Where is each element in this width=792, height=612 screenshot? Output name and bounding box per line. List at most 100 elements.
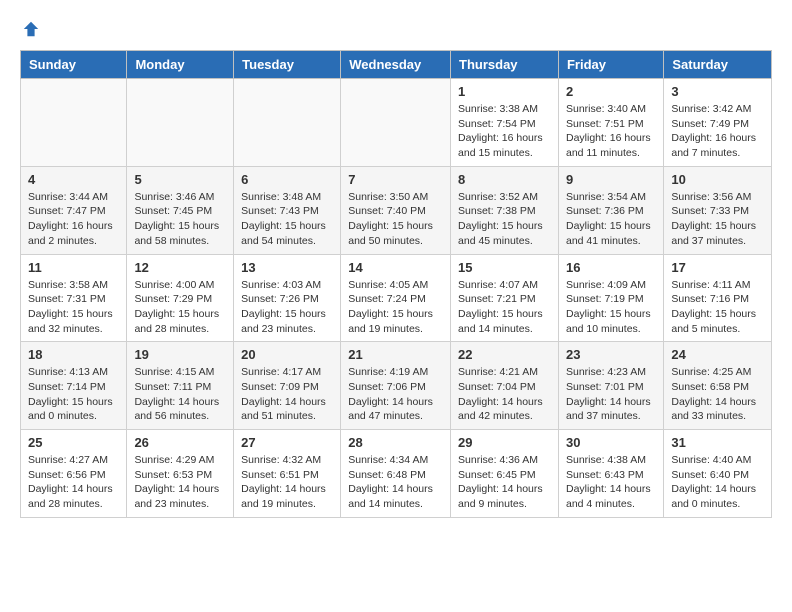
day-info: Sunrise: 3:52 AM Sunset: 7:38 PM Dayligh… xyxy=(458,190,551,249)
calendar-cell: 27 Sunrise: 4:32 AM Sunset: 6:51 PM Dayli… xyxy=(234,430,341,518)
calendar-cell: 3 Sunrise: 3:42 AM Sunset: 7:49 PM Daylig… xyxy=(664,79,772,167)
day-of-week-header: Thursday xyxy=(451,51,559,79)
calendar-cell: 10 Sunrise: 3:56 AM Sunset: 7:33 PM Dayli… xyxy=(664,166,772,254)
day-info: Sunrise: 4:19 AM Sunset: 7:06 PM Dayligh… xyxy=(348,365,443,424)
calendar-cell: 2 Sunrise: 3:40 AM Sunset: 7:51 PM Daylig… xyxy=(558,79,663,167)
day-number: 3 xyxy=(671,84,764,99)
day-number: 31 xyxy=(671,435,764,450)
day-info: Sunrise: 3:50 AM Sunset: 7:40 PM Dayligh… xyxy=(348,190,443,249)
calendar-cell: 7 Sunrise: 3:50 AM Sunset: 7:40 PM Daylig… xyxy=(341,166,451,254)
day-info: Sunrise: 3:56 AM Sunset: 7:33 PM Dayligh… xyxy=(671,190,764,249)
day-number: 26 xyxy=(134,435,226,450)
day-number: 14 xyxy=(348,260,443,275)
calendar-cell xyxy=(341,79,451,167)
day-of-week-header: Tuesday xyxy=(234,51,341,79)
day-info: Sunrise: 4:32 AM Sunset: 6:51 PM Dayligh… xyxy=(241,453,333,512)
day-number: 16 xyxy=(566,260,656,275)
calendar-cell: 11Sunrise: 3:58 AM Sunset: 7:31 PM Dayli… xyxy=(21,254,127,342)
calendar-cell: 5 Sunrise: 3:46 AM Sunset: 7:45 PM Daylig… xyxy=(127,166,234,254)
calendar-cell: 18 Sunrise: 4:13 AM Sunset: 7:14 PM Dayli… xyxy=(21,342,127,430)
day-number: 1 xyxy=(458,84,551,99)
day-info: Sunrise: 4:40 AM Sunset: 6:40 PM Dayligh… xyxy=(671,453,764,512)
day-info: Sunrise: 3:40 AM Sunset: 7:51 PM Dayligh… xyxy=(566,102,656,161)
day-number: 5 xyxy=(134,172,226,187)
calendar-cell: 14 Sunrise: 4:05 AM Sunset: 7:24 PM Dayli… xyxy=(341,254,451,342)
day-info: Sunrise: 4:34 AM Sunset: 6:48 PM Dayligh… xyxy=(348,453,443,512)
day-info: Sunrise: 4:15 AM Sunset: 7:11 PM Dayligh… xyxy=(134,365,226,424)
day-number: 28 xyxy=(348,435,443,450)
calendar-cell xyxy=(21,79,127,167)
calendar-cell: 12Sunrise: 4:00 AM Sunset: 7:29 PM Dayli… xyxy=(127,254,234,342)
day-info: Sunrise: 4:27 AM Sunset: 6:56 PM Dayligh… xyxy=(28,453,119,512)
calendar-cell: 28 Sunrise: 4:34 AM Sunset: 6:48 PM Dayli… xyxy=(341,430,451,518)
day-info: Sunrise: 4:38 AM Sunset: 6:43 PM Dayligh… xyxy=(566,453,656,512)
day-number: 30 xyxy=(566,435,656,450)
calendar-cell: 20 Sunrise: 4:17 AM Sunset: 7:09 PM Dayli… xyxy=(234,342,341,430)
day-info: Sunrise: 4:17 AM Sunset: 7:09 PM Dayligh… xyxy=(241,365,333,424)
day-of-week-header: Monday xyxy=(127,51,234,79)
day-number: 4 xyxy=(28,172,119,187)
day-info: Sunrise: 4:00 AM Sunset: 7:29 PM Dayligh… xyxy=(134,278,226,337)
day-number: 17 xyxy=(671,260,764,275)
day-info: Sunrise: 3:48 AM Sunset: 7:43 PM Dayligh… xyxy=(241,190,333,249)
day-number: 20 xyxy=(241,347,333,362)
day-info: Sunrise: 4:23 AM Sunset: 7:01 PM Dayligh… xyxy=(566,365,656,424)
logo-icon xyxy=(22,20,40,38)
day-of-week-header: Friday xyxy=(558,51,663,79)
calendar-week-row: 4 Sunrise: 3:44 AM Sunset: 7:47 PM Daylig… xyxy=(21,166,772,254)
day-info: Sunrise: 3:54 AM Sunset: 7:36 PM Dayligh… xyxy=(566,190,656,249)
calendar-week-row: 1 Sunrise: 3:38 AM Sunset: 7:54 PM Daylig… xyxy=(21,79,772,167)
logo xyxy=(20,20,40,34)
day-number: 27 xyxy=(241,435,333,450)
day-info: Sunrise: 4:25 AM Sunset: 6:58 PM Dayligh… xyxy=(671,365,764,424)
calendar-table: SundayMondayTuesdayWednesdayThursdayFrid… xyxy=(20,50,772,518)
calendar-cell: 4 Sunrise: 3:44 AM Sunset: 7:47 PM Daylig… xyxy=(21,166,127,254)
day-number: 23 xyxy=(566,347,656,362)
day-number: 25 xyxy=(28,435,119,450)
calendar-cell: 21 Sunrise: 4:19 AM Sunset: 7:06 PM Dayli… xyxy=(341,342,451,430)
day-info: Sunrise: 3:42 AM Sunset: 7:49 PM Dayligh… xyxy=(671,102,764,161)
calendar-cell: 24 Sunrise: 4:25 AM Sunset: 6:58 PM Dayli… xyxy=(664,342,772,430)
day-info: Sunrise: 4:29 AM Sunset: 6:53 PM Dayligh… xyxy=(134,453,226,512)
calendar-cell: 15 Sunrise: 4:07 AM Sunset: 7:21 PM Dayli… xyxy=(451,254,559,342)
day-of-week-header: Sunday xyxy=(21,51,127,79)
calendar-week-row: 11Sunrise: 3:58 AM Sunset: 7:31 PM Dayli… xyxy=(21,254,772,342)
page-header xyxy=(20,20,772,34)
calendar-cell: 30 Sunrise: 4:38 AM Sunset: 6:43 PM Dayli… xyxy=(558,430,663,518)
calendar-cell: 25 Sunrise: 4:27 AM Sunset: 6:56 PM Dayli… xyxy=(21,430,127,518)
day-number: 18 xyxy=(28,347,119,362)
day-number: 10 xyxy=(671,172,764,187)
calendar-cell xyxy=(234,79,341,167)
day-info: Sunrise: 4:09 AM Sunset: 7:19 PM Dayligh… xyxy=(566,278,656,337)
calendar-week-row: 25 Sunrise: 4:27 AM Sunset: 6:56 PM Dayli… xyxy=(21,430,772,518)
day-info: Sunrise: 4:13 AM Sunset: 7:14 PM Dayligh… xyxy=(28,365,119,424)
day-number: 24 xyxy=(671,347,764,362)
calendar-cell: 16 Sunrise: 4:09 AM Sunset: 7:19 PM Dayli… xyxy=(558,254,663,342)
day-number: 2 xyxy=(566,84,656,99)
calendar-cell: 6 Sunrise: 3:48 AM Sunset: 7:43 PM Daylig… xyxy=(234,166,341,254)
day-number: 8 xyxy=(458,172,551,187)
day-number: 21 xyxy=(348,347,443,362)
calendar-cell: 9Sunrise: 3:54 AM Sunset: 7:36 PM Daylig… xyxy=(558,166,663,254)
calendar-week-row: 18 Sunrise: 4:13 AM Sunset: 7:14 PM Dayli… xyxy=(21,342,772,430)
day-info: Sunrise: 3:58 AM Sunset: 7:31 PM Dayligh… xyxy=(28,278,119,337)
calendar-cell: 1 Sunrise: 3:38 AM Sunset: 7:54 PM Daylig… xyxy=(451,79,559,167)
day-info: Sunrise: 3:44 AM Sunset: 7:47 PM Dayligh… xyxy=(28,190,119,249)
day-info: Sunrise: 3:38 AM Sunset: 7:54 PM Dayligh… xyxy=(458,102,551,161)
calendar-cell: 8 Sunrise: 3:52 AM Sunset: 7:38 PM Daylig… xyxy=(451,166,559,254)
calendar-cell: 31 Sunrise: 4:40 AM Sunset: 6:40 PM Dayli… xyxy=(664,430,772,518)
day-info: Sunrise: 4:03 AM Sunset: 7:26 PM Dayligh… xyxy=(241,278,333,337)
day-info: Sunrise: 4:07 AM Sunset: 7:21 PM Dayligh… xyxy=(458,278,551,337)
day-of-week-header: Saturday xyxy=(664,51,772,79)
day-info: Sunrise: 4:05 AM Sunset: 7:24 PM Dayligh… xyxy=(348,278,443,337)
day-number: 6 xyxy=(241,172,333,187)
calendar-cell: 19Sunrise: 4:15 AM Sunset: 7:11 PM Dayli… xyxy=(127,342,234,430)
day-info: Sunrise: 3:46 AM Sunset: 7:45 PM Dayligh… xyxy=(134,190,226,249)
day-number: 15 xyxy=(458,260,551,275)
day-number: 29 xyxy=(458,435,551,450)
day-number: 22 xyxy=(458,347,551,362)
day-number: 7 xyxy=(348,172,443,187)
calendar-header-row: SundayMondayTuesdayWednesdayThursdayFrid… xyxy=(21,51,772,79)
calendar-cell: 13Sunrise: 4:03 AM Sunset: 7:26 PM Dayli… xyxy=(234,254,341,342)
day-info: Sunrise: 4:21 AM Sunset: 7:04 PM Dayligh… xyxy=(458,365,551,424)
